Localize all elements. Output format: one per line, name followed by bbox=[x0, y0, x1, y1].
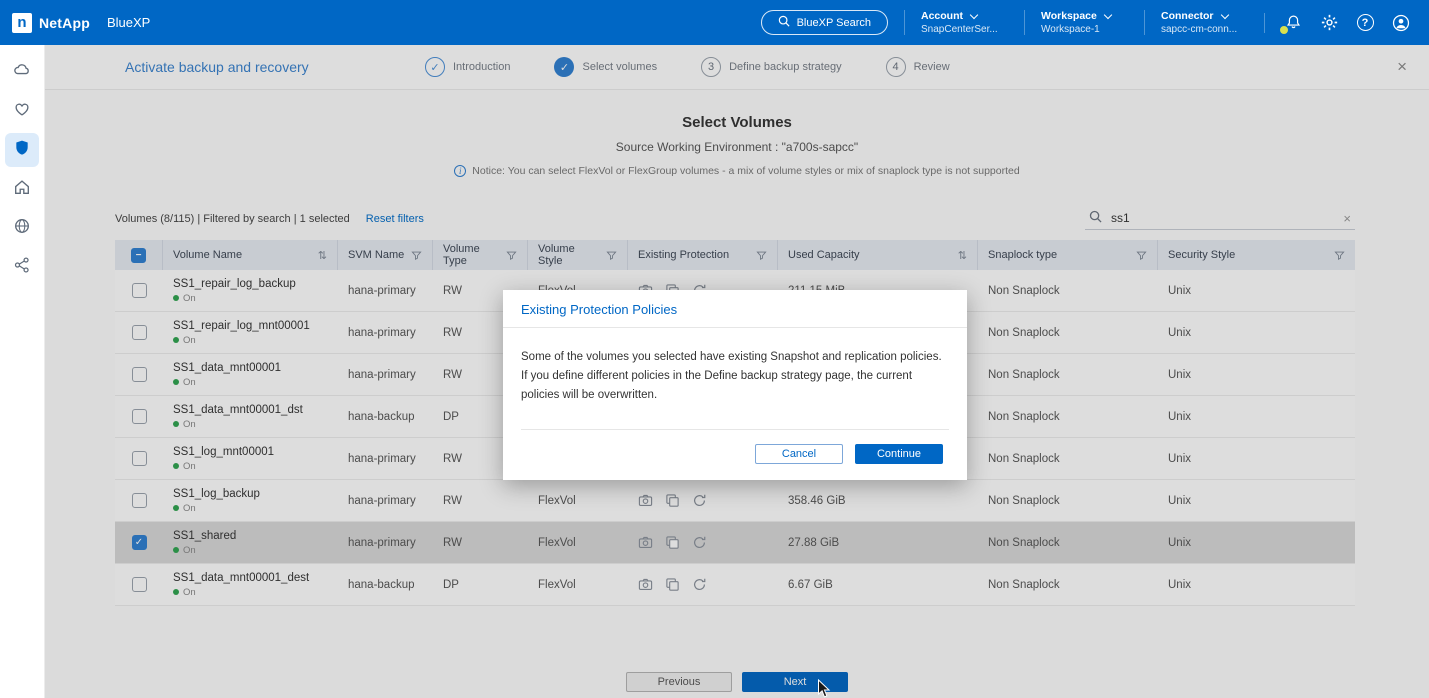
workspace-label: Workspace bbox=[1041, 10, 1097, 22]
workspace-value: Workspace-1 bbox=[1041, 24, 1128, 35]
netapp-logo-icon: n bbox=[12, 13, 32, 33]
mobility-home-icon bbox=[13, 178, 31, 201]
account-label: Account bbox=[921, 10, 963, 22]
dialog-actions: Cancel Continue bbox=[503, 430, 967, 480]
canvas-cloud-icon bbox=[13, 61, 31, 84]
sidebar-item-extensions[interactable] bbox=[5, 250, 39, 284]
dialog-title: Existing Protection Policies bbox=[503, 290, 967, 327]
search-icon bbox=[778, 15, 790, 30]
left-sidebar bbox=[0, 45, 45, 698]
extensions-share-icon bbox=[13, 256, 31, 279]
governance-globe-icon bbox=[13, 217, 31, 240]
connector-menu[interactable]: Connector sapcc-cm-conn... bbox=[1144, 10, 1248, 35]
user-icon[interactable] bbox=[1391, 13, 1411, 33]
existing-protection-dialog: Existing Protection Policies Some of the… bbox=[503, 290, 967, 480]
health-heart-icon bbox=[13, 100, 31, 123]
protection-shield-icon bbox=[13, 139, 31, 162]
notification-badge bbox=[1279, 25, 1289, 35]
topbar-icons: ? bbox=[1264, 13, 1411, 33]
bluexp-app: n NetApp BlueXP BlueXP Search Account Sn… bbox=[0, 0, 1429, 698]
dialog-body: Some of the volumes you selected have ex… bbox=[503, 328, 967, 429]
chevron-down-icon bbox=[970, 10, 978, 18]
settings-gear-icon[interactable] bbox=[1319, 13, 1339, 33]
sidebar-item-mobility[interactable] bbox=[5, 172, 39, 206]
bluexp-search-button[interactable]: BlueXP Search bbox=[761, 10, 888, 35]
notifications-bell-icon[interactable] bbox=[1283, 13, 1303, 33]
sidebar-item-governance[interactable] bbox=[5, 211, 39, 245]
main-area: Activate backup and recovery ✓ Introduct… bbox=[45, 45, 1429, 698]
topbar-right: BlueXP Search Account SnapCenterSer... W… bbox=[761, 10, 1411, 35]
top-navbar: n NetApp BlueXP BlueXP Search Account Sn… bbox=[0, 0, 1429, 45]
brand: n NetApp BlueXP bbox=[12, 13, 150, 33]
sidebar-item-protection[interactable] bbox=[5, 133, 39, 167]
connector-value: sapcc-cm-conn... bbox=[1161, 24, 1248, 35]
chevron-down-icon bbox=[1220, 10, 1228, 18]
account-value: SnapCenterSer... bbox=[921, 24, 1008, 35]
connector-label: Connector bbox=[1161, 10, 1214, 22]
dialog-text-line2: If you define different policies in the … bbox=[521, 367, 949, 405]
product-name: BlueXP bbox=[107, 15, 150, 30]
account-menu[interactable]: Account SnapCenterSer... bbox=[904, 10, 1008, 35]
brand-name: NetApp bbox=[39, 15, 90, 31]
dialog-text-line1: Some of the volumes you selected have ex… bbox=[521, 348, 949, 367]
sidebar-item-health[interactable] bbox=[5, 94, 39, 128]
cancel-button[interactable]: Cancel bbox=[755, 444, 843, 464]
continue-button[interactable]: Continue bbox=[855, 444, 943, 464]
search-button-label: BlueXP Search bbox=[797, 17, 871, 29]
workspace-menu[interactable]: Workspace Workspace-1 bbox=[1024, 10, 1128, 35]
sidebar-item-canvas[interactable] bbox=[5, 55, 39, 89]
chevron-down-icon bbox=[1104, 10, 1112, 18]
help-icon[interactable]: ? bbox=[1355, 13, 1375, 33]
